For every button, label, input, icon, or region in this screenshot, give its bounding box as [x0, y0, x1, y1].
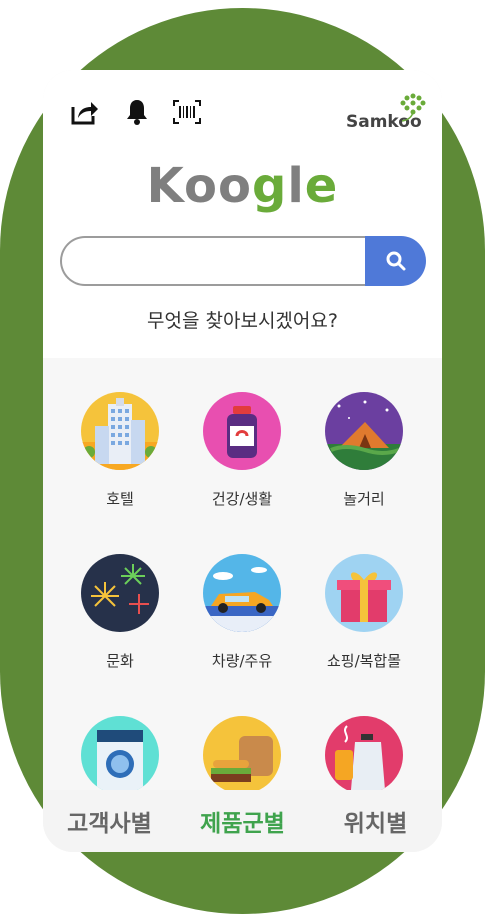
camping-icon — [325, 392, 403, 470]
kitchen-icon — [325, 716, 403, 794]
category-label: 쇼핑/복합몰 — [326, 652, 402, 670]
washer-icon — [81, 716, 159, 794]
bell-icon[interactable] — [121, 96, 153, 128]
category-hotel[interactable]: 호텔 — [60, 392, 180, 509]
koogle-logo: Koogle — [146, 158, 339, 214]
share-icon[interactable] — [69, 96, 101, 128]
food-icon — [203, 716, 281, 794]
category-label: 문화 — [106, 652, 134, 670]
bottom-tab-bar: 고객사별 제품군별 위치별 — [43, 790, 442, 852]
search-prompt: 무엇을 찾아보시겠어요? — [147, 310, 338, 332]
category-label: 차량/주유 — [211, 652, 273, 670]
category-car[interactable]: 차량/주유 — [182, 554, 302, 671]
gift-icon — [325, 554, 403, 632]
category-culture[interactable]: 문화 — [60, 554, 180, 671]
category-label: 놀거리 — [343, 490, 385, 508]
search-icon — [386, 251, 405, 271]
barcode-icon[interactable] — [171, 96, 203, 128]
search-bar — [60, 236, 426, 286]
brand-logo: Samkoo — [346, 92, 428, 136]
tab-product[interactable]: 제품군별 — [176, 790, 309, 852]
health-icon — [203, 392, 281, 470]
car-icon — [203, 554, 281, 632]
category-camping[interactable]: 놀거리 — [304, 392, 424, 509]
tab-customer[interactable]: 고객사별 — [43, 790, 176, 852]
category-shopping[interactable]: 쇼핑/복합몰 — [304, 554, 424, 671]
hotel-icon — [81, 392, 159, 470]
category-label: 건강/생활 — [211, 490, 273, 508]
search-input[interactable] — [60, 236, 366, 286]
category-health[interactable]: 건강/생활 — [182, 392, 302, 509]
search-button[interactable] — [365, 236, 426, 286]
phone-frame: Samkoo Koogle 무엇을 찾아보시겠어요? 호텔 건강/생활 놀거리 … — [43, 70, 442, 852]
fireworks-icon — [81, 554, 159, 632]
leaf-icon — [400, 93, 426, 122]
tab-location[interactable]: 위치별 — [309, 790, 442, 852]
category-label: 호텔 — [106, 490, 134, 508]
header-area: Samkoo Koogle 무엇을 찾아보시겠어요? — [43, 70, 442, 358]
